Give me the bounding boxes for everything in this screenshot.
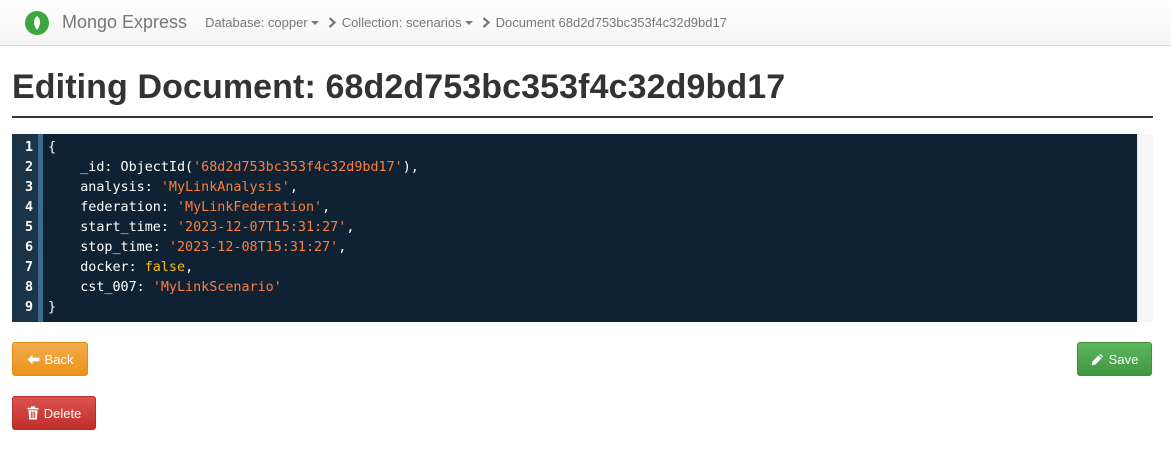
line-number: 7 (24, 260, 33, 275)
document-editor[interactable]: 1 2 3 4 5 6 7 8 9 { _id: ObjectId('68d2d753bc353… (12, 134, 1137, 322)
back-button[interactable]: Back (12, 342, 88, 376)
breadcrumb-database[interactable]: Database: copper (205, 15, 319, 30)
breadcrumb-database-label: Database: copper (205, 15, 308, 30)
line-number: 6 (24, 240, 33, 255)
navbar: Mongo Express Database: copper Collectio… (0, 0, 1171, 46)
code-area[interactable]: { _id: ObjectId('68d2d753bc353f4c32d9bd1… (43, 134, 1137, 322)
breadcrumb-document-label: Document 68d2d753bc353f4c32d9bd17 (495, 15, 727, 30)
line-number: 5 (24, 220, 33, 235)
line-number: 9 (24, 300, 33, 315)
line-number-gutter: 1 2 3 4 5 6 7 8 9 (12, 134, 43, 322)
brand-title: Mongo Express (62, 12, 188, 32)
back-button-label: Back (44, 351, 74, 367)
code-line[interactable]: _id: ObjectId('68d2d753bc353f4c32d9bd17'… (48, 158, 1137, 178)
delete-button-label: Delete (43, 405, 82, 421)
save-button-label: Save (1108, 351, 1139, 367)
code-line[interactable]: analysis: 'MyLinkAnalysis', (48, 178, 1137, 198)
trash-icon (27, 406, 39, 420)
code-line[interactable]: docker: false, (48, 258, 1137, 278)
leaf-logo-icon (25, 10, 49, 35)
line-number: 2 (24, 160, 33, 175)
editor-scrollbar[interactable] (1137, 134, 1153, 322)
breadcrumb-collection-label: Collection: scenarios (341, 15, 462, 30)
code-line[interactable]: } (48, 298, 1137, 318)
chevron-right-icon (326, 16, 339, 29)
arrow-left-icon (27, 354, 40, 365)
line-number: 4 (24, 200, 33, 215)
breadcrumb: Database: copper Collection: scenarios D… (205, 15, 727, 30)
chevron-right-icon (480, 16, 493, 29)
save-button[interactable]: Save (1077, 342, 1152, 376)
line-number: 3 (24, 180, 33, 195)
brand-link[interactable]: Mongo Express (0, 0, 187, 46)
pencil-icon (1091, 353, 1104, 366)
caret-down-icon (464, 21, 473, 25)
code-line[interactable]: { (48, 138, 1137, 158)
code-line[interactable]: federation: 'MyLinkFederation', (48, 198, 1137, 218)
caret-down-icon (310, 21, 319, 25)
code-line[interactable]: start_time: '2023-12-07T15:31:27', (48, 218, 1137, 238)
code-line[interactable]: stop_time: '2023-12-08T15:31:27', (48, 238, 1137, 258)
delete-button[interactable]: Delete (12, 396, 96, 430)
breadcrumb-document: Document 68d2d753bc353f4c32d9bd17 (496, 15, 727, 30)
line-number: 1 (24, 140, 33, 155)
page-title: Editing Document: 68d2d753bc353f4c32d9bd… (12, 66, 1153, 118)
line-number: 8 (24, 280, 33, 295)
code-line[interactable]: cst_007: 'MyLinkScenario' (48, 278, 1137, 298)
breadcrumb-collection[interactable]: Collection: scenarios (342, 15, 473, 30)
